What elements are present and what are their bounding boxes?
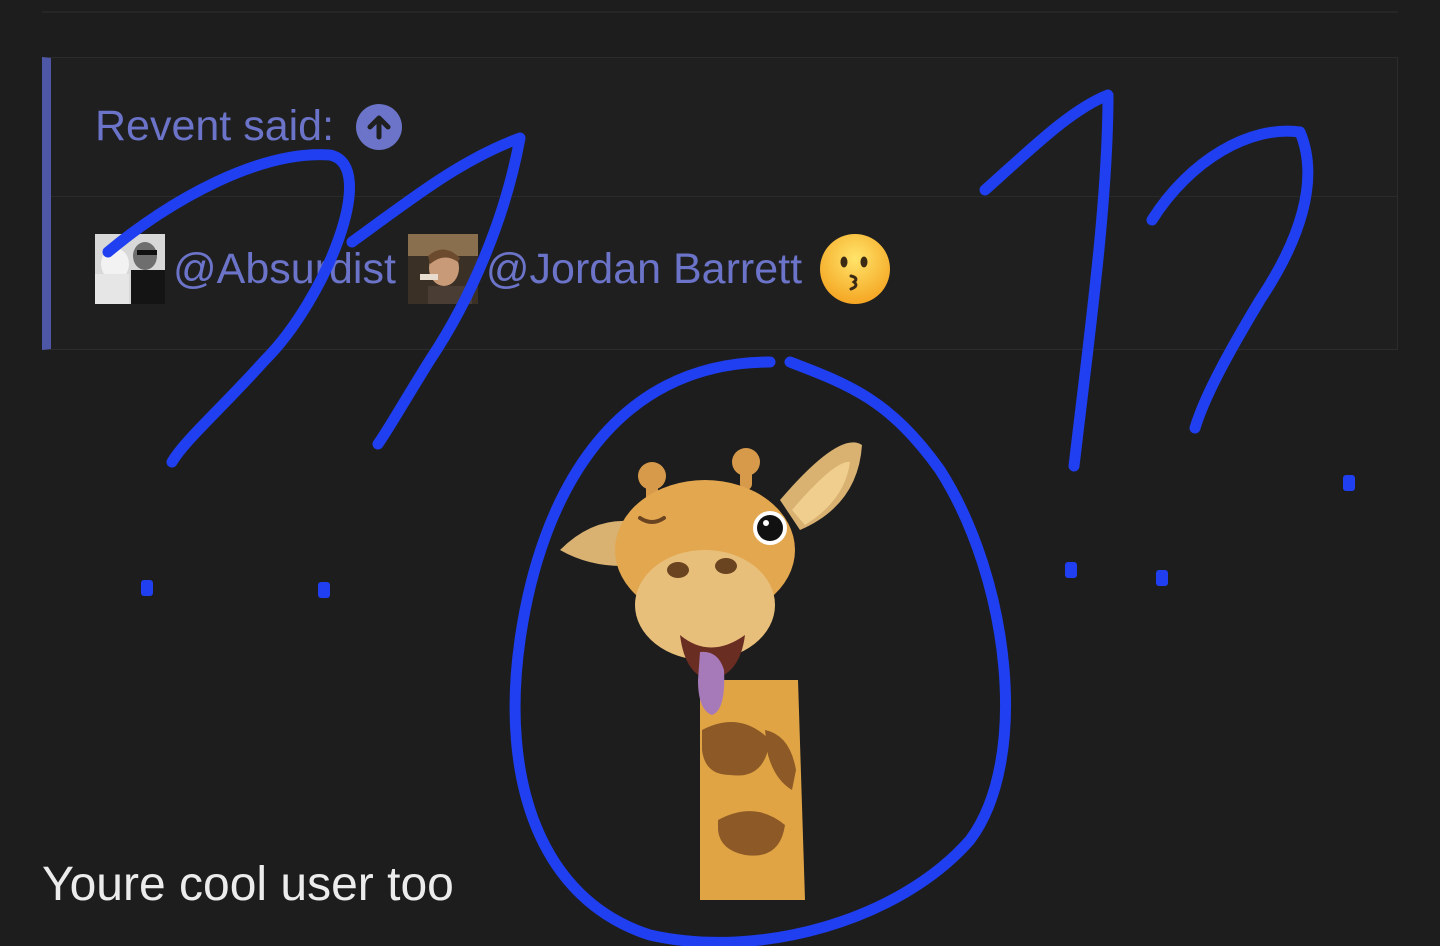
avatar	[407, 234, 478, 304]
quote-header: Revent said:	[51, 58, 1397, 197]
giraffe-memoji-sticker	[560, 442, 862, 900]
quote-block: Revent said: @Absurdist @Jordan Barrett	[42, 57, 1398, 350]
top-divider	[42, 11, 1398, 13]
jump-to-quote-button[interactable]	[356, 103, 403, 150]
quote-attribution[interactable]: Revent said:	[95, 102, 403, 151]
mention-jordan-barrett[interactable]: @Jordan Barrett	[407, 234, 802, 304]
mention-name[interactable]: @Jordan Barrett	[486, 245, 802, 294]
avatar	[95, 234, 165, 304]
quote-body: @Absurdist @Jordan Barrett	[95, 232, 892, 306]
quote-author-label[interactable]: Revent said:	[95, 102, 334, 151]
kissing-face-emoji	[820, 234, 891, 304]
arrow-up-circle-icon	[367, 115, 391, 139]
mention-name[interactable]: @Absurdist	[173, 245, 396, 294]
mention-absurdist[interactable]: @Absurdist	[95, 234, 396, 304]
message-text: Youre cool user too	[42, 858, 454, 911]
